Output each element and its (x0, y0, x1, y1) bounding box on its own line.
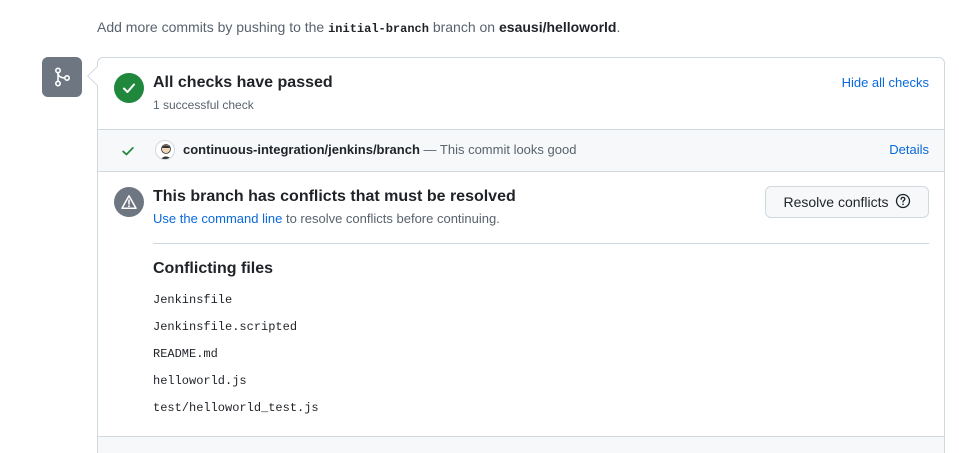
branch-name: initial-branch (328, 22, 429, 36)
repo-name: esausi/helloworld (499, 19, 617, 35)
push-hint-prefix: Add more commits by pushing to the (97, 19, 329, 35)
conflicts-subtitle-rest: to resolve conflicts before continuing. (282, 211, 500, 226)
check-item-text: continuous-integration/jenkins/branch — … (183, 142, 576, 157)
conflicting-file: helloworld.js (153, 374, 247, 388)
checks-summary: All checks have passed 1 successful chec… (98, 58, 944, 129)
checks-subtitle: 1 successful check (153, 98, 254, 112)
conflicting-files-heading: Conflicting files (153, 260, 273, 277)
merge-box-footer (98, 436, 944, 453)
conflicting-file: Jenkinsfile (153, 293, 233, 307)
conflicts-subtitle: Use the command line to resolve conflict… (153, 211, 500, 226)
check-name: continuous-integration/jenkins/branch (183, 142, 420, 157)
checks-title: All checks have passed (153, 74, 333, 91)
details-link[interactable]: Details (889, 142, 929, 157)
push-hint-suffix: . (616, 19, 621, 35)
resolve-conflicts-label: Resolve conflicts (783, 194, 889, 210)
conflicting-file: README.md (153, 347, 218, 361)
conflicting-file: test/helloworld_test.js (153, 401, 319, 415)
merge-box: All checks have passed 1 successful chec… (97, 57, 945, 453)
check-icon (121, 144, 135, 163)
divider (153, 243, 929, 244)
jenkins-avatar (155, 140, 175, 160)
check-item: continuous-integration/jenkins/branch — … (98, 129, 944, 172)
conflicts-title: This branch has conflicts that must be r… (153, 188, 516, 205)
check-description: — This commit looks good (419, 142, 577, 157)
resolve-conflicts-button[interactable]: Resolve conflicts (765, 186, 929, 218)
alert-icon (114, 187, 144, 217)
question-icon (895, 193, 911, 212)
check-circle-icon (114, 73, 144, 103)
push-hint-middle: branch on (428, 19, 499, 35)
hide-all-checks-link[interactable]: Hide all checks (842, 75, 929, 90)
conflicts-section: This branch has conflicts that must be r… (98, 172, 944, 438)
git-merge-icon (42, 57, 82, 97)
push-hint: Add more commits by pushing to the initi… (97, 19, 620, 36)
conflicting-file: Jenkinsfile.scripted (153, 320, 298, 334)
command-line-link[interactable]: Use the command line (153, 211, 282, 226)
